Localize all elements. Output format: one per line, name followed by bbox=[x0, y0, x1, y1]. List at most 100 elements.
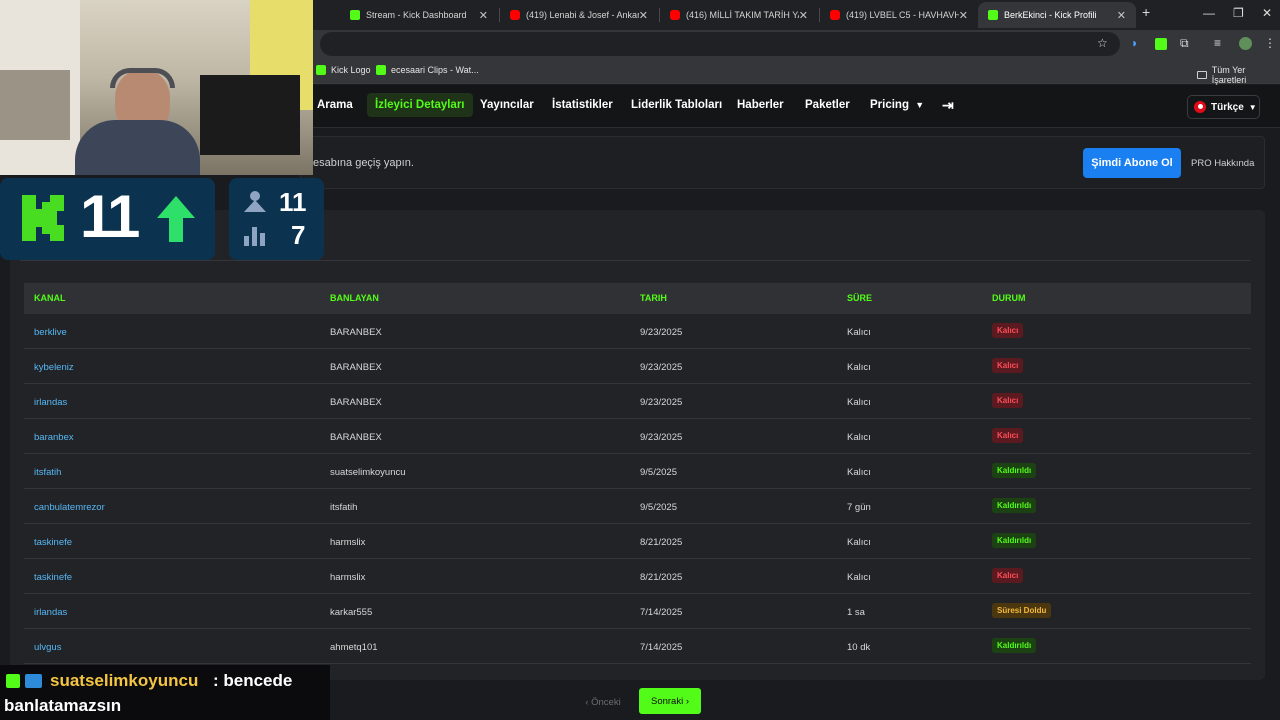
media-icon[interactable]: ≡ bbox=[1214, 36, 1221, 50]
webcam-body bbox=[75, 120, 200, 175]
address-bar[interactable] bbox=[320, 32, 1120, 56]
bookmark-label: ecesaari Clips - Wat... bbox=[391, 65, 479, 75]
maximize-icon[interactable]: ❐ bbox=[1233, 6, 1244, 20]
table-header: KANAL BANLAYAN TARIH SÜRE DURUM bbox=[24, 283, 1251, 314]
webcam-monitor bbox=[200, 75, 300, 155]
subscribe-button[interactable]: Şimdi Abone Ol bbox=[1083, 148, 1181, 178]
channel-link[interactable]: itsfatih bbox=[34, 467, 61, 478]
login-icon[interactable]: ⇥ bbox=[942, 97, 954, 114]
headset-icon bbox=[110, 68, 175, 88]
avatar[interactable] bbox=[1239, 37, 1252, 50]
status-badge: Kaldırıldı bbox=[992, 498, 1037, 513]
table-cell: 1 sa bbox=[847, 607, 865, 618]
table-row: taskinefe harmslix 8/21/2025 Kalıcı Kalıcı bbox=[24, 559, 1251, 594]
status-badge: Kaldırıldı bbox=[992, 533, 1037, 548]
chevron-down-icon: ▼ bbox=[1248, 102, 1257, 112]
column-header: KANAL bbox=[34, 293, 66, 303]
close-icon[interactable]: ✕ bbox=[799, 9, 808, 22]
language-select[interactable]: Türkçe ▼ bbox=[1187, 95, 1260, 119]
nav-item-liderlik-tablolari[interactable]: Liderlik Tabloları bbox=[631, 99, 722, 111]
table-cell: Kalıcı bbox=[847, 467, 871, 478]
table-cell: Kalıcı bbox=[847, 327, 871, 338]
nav-item-yayincilar[interactable]: Yayıncılar bbox=[480, 99, 534, 111]
table-cell: 8/21/2025 bbox=[640, 537, 683, 548]
chat-message-line2: banlatamazsın bbox=[4, 696, 122, 715]
youtube-icon bbox=[510, 10, 520, 20]
language-label: Türkçe bbox=[1211, 101, 1244, 113]
column-header: BANLAYAN bbox=[330, 293, 379, 303]
puzzle-icon[interactable]: ⧉ bbox=[1180, 36, 1189, 51]
pro-about-link[interactable]: PRO Hakkında bbox=[1191, 158, 1254, 169]
chat-message-line1: : bencede bbox=[213, 671, 293, 690]
browser-tab-active[interactable]: BerkEkinci - Kick Profili ✕ bbox=[978, 2, 1136, 28]
kebab-menu-icon[interactable]: ⋮ bbox=[1264, 36, 1276, 50]
star-icon[interactable]: ☆ bbox=[1097, 36, 1108, 50]
channel-link[interactable]: ulvgus bbox=[34, 642, 61, 653]
kick-icon bbox=[6, 674, 20, 688]
nav-item-paketler[interactable]: Paketler bbox=[805, 99, 850, 111]
channel-link[interactable]: irlandas bbox=[34, 607, 67, 618]
channel-link[interactable]: berklive bbox=[34, 327, 67, 338]
youtube-icon bbox=[830, 10, 840, 20]
channel-link[interactable]: baranbex bbox=[34, 432, 74, 443]
chat-overlay: suatselimkoyuncu : bencede banlatamazsın bbox=[0, 665, 330, 720]
channel-link[interactable]: irlandas bbox=[34, 397, 67, 408]
bookmark-item[interactable]: ecesaari Clips - Wat... bbox=[376, 65, 479, 75]
channel-link[interactable]: taskinefe bbox=[34, 572, 72, 583]
badge-icon bbox=[25, 674, 42, 688]
nav-item-izleyici-detaylari[interactable]: İzleyici Detayları bbox=[367, 93, 473, 117]
browser-tab[interactable]: (419) Lenabi & Josef - Ankara K ✕ bbox=[500, 2, 658, 28]
column-header: SÜRE bbox=[847, 293, 873, 303]
chevron-down-icon: ▼ bbox=[915, 100, 925, 110]
table-row: canbulatemrezor itsfatih 9/5/2025 7 gün Kald… bbox=[24, 489, 1251, 524]
minimize-icon[interactable]: — bbox=[1203, 6, 1215, 20]
browser-tab[interactable]: (419) LVBEL C5 - HAVHAVHAV ✕ bbox=[820, 2, 978, 28]
audio-icon[interactable]: ◗ bbox=[1131, 36, 1138, 50]
nav-item-arama[interactable]: Arama bbox=[317, 99, 353, 111]
kick-extension-icon[interactable] bbox=[1155, 38, 1167, 50]
close-icon[interactable]: ✕ bbox=[639, 9, 648, 22]
pro-banner: esabına geçiş yapın. Şimdi Abone Ol PRO … bbox=[300, 136, 1265, 189]
table-cell: BARANBEX bbox=[330, 397, 382, 408]
nav-item-istatistikler[interactable]: İstatistikler bbox=[552, 99, 613, 111]
nav-item-haberler[interactable]: Haberler bbox=[737, 99, 784, 111]
status-badge: Kaldırıldı bbox=[992, 463, 1037, 478]
chat-username: suatselimkoyuncu bbox=[50, 671, 199, 690]
table-cell: 10 dk bbox=[847, 642, 871, 653]
table-cell: suatselimkoyuncu bbox=[330, 467, 406, 478]
next-page-button[interactable]: Sonraki › bbox=[639, 688, 701, 714]
all-bookmarks[interactable]: Tüm Yer İşaretleri bbox=[1197, 65, 1280, 85]
browser-tab[interactable]: Stream - Kick Dashboard ✕ bbox=[340, 2, 498, 28]
bookmark-item[interactable]: Kick Logo bbox=[316, 65, 371, 75]
channel-link[interactable]: taskinefe bbox=[34, 537, 72, 548]
column-header: TARIH bbox=[640, 293, 667, 303]
status-badge: Kalıcı bbox=[992, 568, 1024, 583]
banner-text: esabına geçiş yapın. bbox=[313, 157, 414, 169]
channel-link[interactable]: kybeleniz bbox=[34, 362, 74, 373]
table-cell: Kalıcı bbox=[847, 432, 871, 443]
previous-page-button[interactable]: ‹ Önceki bbox=[578, 690, 628, 714]
table-cell: Kalıcı bbox=[847, 362, 871, 373]
close-icon[interactable]: ✕ bbox=[479, 9, 488, 22]
table-cell: 7/14/2025 bbox=[640, 607, 683, 618]
browser-tab[interactable]: (416) MİLLİ TAKIM TARİH YAZI ✕ bbox=[660, 2, 818, 28]
channel-link[interactable]: canbulatemrezor bbox=[34, 502, 105, 513]
column-header: DURUM bbox=[992, 293, 1026, 303]
table-cell: 7 gün bbox=[847, 502, 871, 513]
kick-icon bbox=[376, 65, 386, 75]
close-window-icon[interactable]: ✕ bbox=[1262, 6, 1272, 20]
table-row: irlandas karkar555 7/14/2025 1 sa Süresi Dol… bbox=[24, 594, 1251, 629]
all-bookmarks-label: Tüm Yer İşaretleri bbox=[1211, 65, 1247, 85]
close-icon[interactable]: ✕ bbox=[959, 9, 968, 22]
table-cell: BARANBEX bbox=[330, 327, 382, 338]
status-badge: Kaldırıldı bbox=[992, 638, 1037, 653]
table-row: ulvgus ahmetq101 7/14/2025 10 dk Kaldırıldı bbox=[24, 629, 1251, 664]
tab-title: (419) LVBEL C5 - HAVHAVHAV bbox=[846, 10, 959, 20]
nav-item-pricing[interactable]: Pricing ▼ bbox=[870, 99, 924, 111]
turkey-flag-icon bbox=[1194, 101, 1206, 113]
close-icon[interactable]: ✕ bbox=[1117, 9, 1126, 22]
stat-bottom-value: 7 bbox=[291, 220, 306, 250]
table-row: taskinefe harmslix 8/21/2025 Kalıcı Kaldırıl… bbox=[24, 524, 1251, 559]
arrow-up-icon bbox=[157, 196, 195, 242]
new-tab-button[interactable]: + bbox=[1142, 4, 1150, 20]
